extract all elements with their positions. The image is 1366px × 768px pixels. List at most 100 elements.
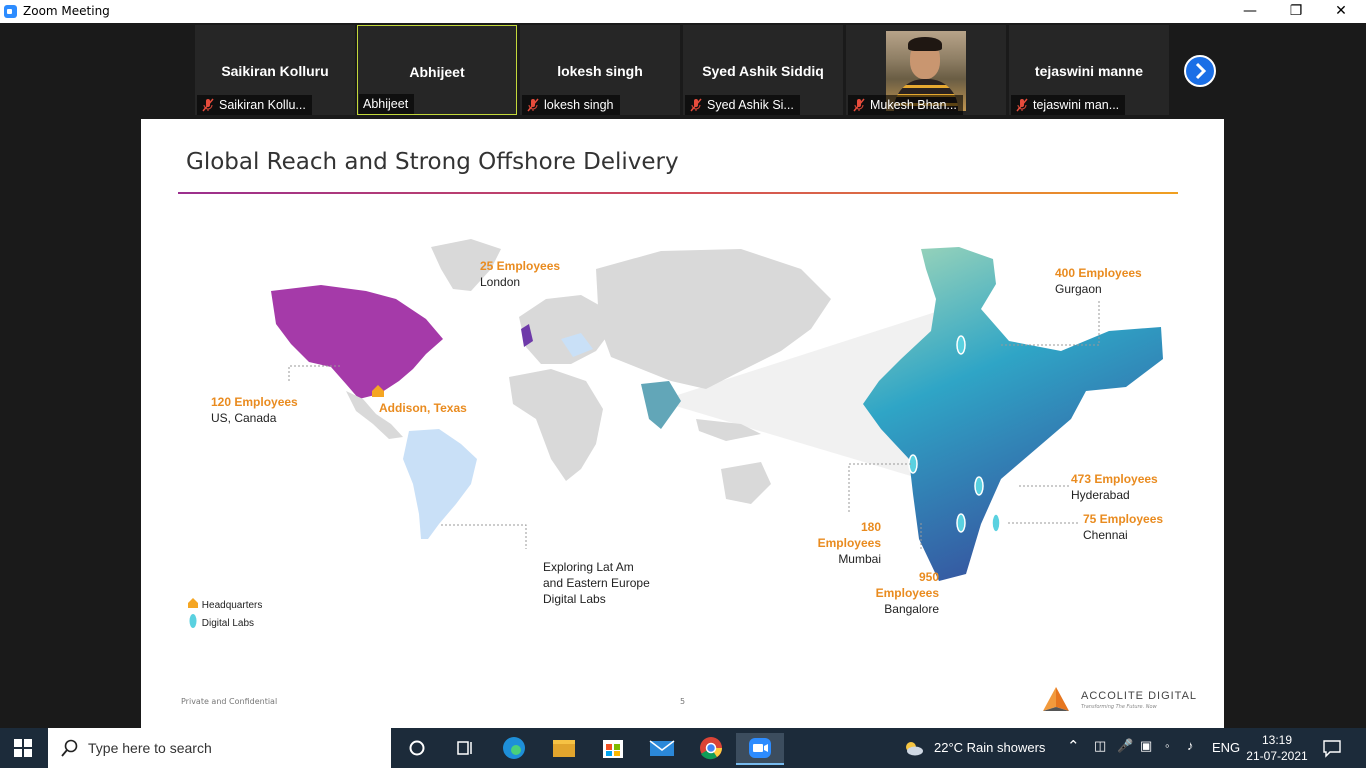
mic-muted-icon bbox=[527, 98, 539, 112]
mail-button[interactable] bbox=[638, 733, 686, 763]
microphone-icon[interactable]: 🎤 bbox=[1117, 738, 1133, 754]
india-small bbox=[641, 381, 681, 429]
latam-annotation: Exploring Lat Am and Eastern Europe Digi… bbox=[543, 559, 653, 607]
participant-label-text: lokesh singh bbox=[544, 98, 614, 112]
hq-location-name: Addison, Texas bbox=[379, 401, 467, 415]
mic-muted-icon bbox=[202, 98, 214, 112]
chevron-up-icon[interactable]: ⌃ bbox=[1067, 737, 1080, 755]
start-button[interactable] bbox=[14, 739, 32, 761]
wifi-icon[interactable]: ◦ bbox=[1165, 738, 1170, 753]
slide-footer-confidential: Private and Confidential bbox=[181, 697, 278, 706]
battery-icon[interactable]: ▣ bbox=[1140, 738, 1152, 754]
participant-label: Saikiran Kollu... bbox=[197, 95, 312, 115]
zoom-taskbar-button[interactable] bbox=[736, 733, 784, 765]
location-name: London bbox=[480, 275, 521, 289]
participant-label-text: Mukesh Bhan... bbox=[870, 98, 957, 112]
edge-button[interactable] bbox=[490, 733, 538, 763]
clock-time: 13:19 bbox=[1261, 733, 1293, 747]
us-annotation: 120 Employees US, Canada bbox=[211, 394, 298, 426]
logo-brand-text: ACCOLITE DIGITAL bbox=[1081, 690, 1198, 702]
window-title: Zoom Meeting bbox=[23, 4, 110, 18]
chrome-button[interactable] bbox=[687, 733, 735, 763]
restore-button[interactable]: ❐ bbox=[1273, 0, 1319, 23]
europe bbox=[519, 295, 611, 364]
employee-count: 75 Employees bbox=[1083, 512, 1164, 526]
exploring-labs-text: Exploring Lat Am and Eastern Europe Digi… bbox=[543, 560, 650, 606]
digital-lab-pin-icon bbox=[189, 614, 197, 628]
close-button[interactable]: ✕ bbox=[1318, 0, 1364, 23]
edge-icon bbox=[503, 737, 525, 759]
meet-now-icon[interactable]: ◫ bbox=[1094, 738, 1106, 754]
participant-label: lokesh singh bbox=[522, 95, 620, 115]
africa bbox=[509, 369, 603, 481]
location-name: Gurgaon bbox=[1055, 282, 1102, 296]
next-page-button[interactable] bbox=[1184, 55, 1216, 87]
participant-label-text: Saikiran Kollu... bbox=[219, 98, 306, 112]
language-indicator[interactable]: ENG bbox=[1212, 740, 1240, 755]
cortana-button[interactable] bbox=[393, 733, 441, 763]
taskbar-search-box[interactable]: Type here to search bbox=[48, 728, 391, 768]
slide-page-number: 5 bbox=[680, 697, 686, 706]
mic-muted-icon bbox=[690, 98, 702, 112]
store-button[interactable] bbox=[589, 733, 637, 763]
shared-screen-slide: Global Reach and Strong Offshore Deliver… bbox=[141, 119, 1224, 728]
zoom-icon bbox=[749, 738, 771, 758]
hq-annotation: Addison, Texas bbox=[379, 400, 467, 416]
location-name: US, Canada bbox=[211, 411, 277, 425]
cortana-icon bbox=[409, 740, 425, 756]
participant-label-text: Syed Ashik Si... bbox=[707, 98, 794, 112]
world-map bbox=[271, 239, 1163, 581]
south-america bbox=[403, 429, 477, 539]
map-legend: Headquarters Digital Labs bbox=[187, 597, 262, 629]
participant-tile[interactable]: tejaswini manne tejaswini man... bbox=[1009, 25, 1169, 115]
participant-name: tejaswini manne bbox=[1034, 63, 1144, 79]
employee-count: 473 Employees bbox=[1071, 472, 1158, 486]
participant-name: Syed Ashik Siddiq bbox=[702, 63, 824, 79]
participant-tile-active-speaker[interactable]: Abhijeet Abhijeet bbox=[357, 25, 517, 115]
location-name: Chennai bbox=[1083, 528, 1128, 542]
clock-date: 21-07-2021 bbox=[1246, 749, 1308, 763]
employee-count: 25 Employees bbox=[480, 259, 561, 273]
employee-count: 180 Employees bbox=[817, 520, 881, 550]
headquarters-icon bbox=[188, 598, 198, 608]
participant-label: Abhijeet bbox=[359, 94, 415, 114]
windows-taskbar: Type here to search 22°C Rain showers ⌃ … bbox=[0, 728, 1366, 768]
participant-name: Abhijeet bbox=[409, 64, 465, 80]
chrome-icon bbox=[700, 737, 722, 760]
mail-icon bbox=[649, 740, 675, 756]
accolite-pyramid-icon bbox=[1043, 687, 1069, 711]
london-annotation: 25 Employees London bbox=[480, 258, 560, 290]
notification-icon bbox=[1323, 740, 1341, 758]
volume-icon[interactable]: ♪ bbox=[1187, 738, 1194, 753]
file-explorer-icon bbox=[553, 740, 575, 757]
participant-tile[interactable]: lokesh singh lokesh singh bbox=[520, 25, 680, 115]
weather-icon bbox=[906, 742, 923, 756]
north-america bbox=[271, 285, 443, 399]
chevron-right-icon bbox=[1195, 62, 1207, 80]
legend-labs-label: Digital Labs bbox=[201, 618, 255, 629]
task-view-button[interactable] bbox=[441, 733, 489, 763]
windows-logo-icon bbox=[14, 739, 32, 757]
participant-name: Saikiran Kolluru bbox=[221, 63, 329, 79]
store-icon bbox=[603, 740, 623, 758]
weather-text[interactable]: 22°C Rain showers bbox=[934, 740, 1045, 755]
mic-muted-icon bbox=[853, 98, 865, 112]
participant-tile-video[interactable]: Mukesh Bhan... bbox=[846, 25, 1006, 115]
chennai-annotation: 75 Employees Chennai bbox=[1083, 511, 1163, 543]
logo-tagline: Transforming The Future. Now bbox=[1081, 704, 1157, 710]
minimize-button[interactable]: — bbox=[1227, 0, 1273, 23]
file-explorer-button[interactable] bbox=[540, 733, 588, 763]
mumbai-annotation: 180 Employees Mumbai bbox=[796, 519, 881, 567]
clock[interactable]: 13:19 21-07-2021 bbox=[1245, 732, 1309, 764]
employee-count: 120 Employees bbox=[211, 395, 298, 409]
participant-label: tejaswini man... bbox=[1011, 95, 1126, 115]
participant-tile[interactable]: Saikiran Kolluru Saikiran Kollu... bbox=[195, 25, 355, 115]
mic-muted-icon bbox=[1016, 98, 1028, 112]
employee-count: 400 Employees bbox=[1055, 266, 1142, 280]
location-name: Hyderabad bbox=[1071, 488, 1130, 502]
location-name: Bangalore bbox=[884, 602, 939, 616]
location-name: Mumbai bbox=[838, 552, 881, 566]
participant-strip: Saikiran Kolluru Saikiran Kollu... Abhij… bbox=[0, 23, 1366, 118]
notifications-button[interactable] bbox=[1322, 738, 1342, 762]
participant-tile[interactable]: Syed Ashik Siddiq Syed Ashik Si... bbox=[683, 25, 843, 115]
